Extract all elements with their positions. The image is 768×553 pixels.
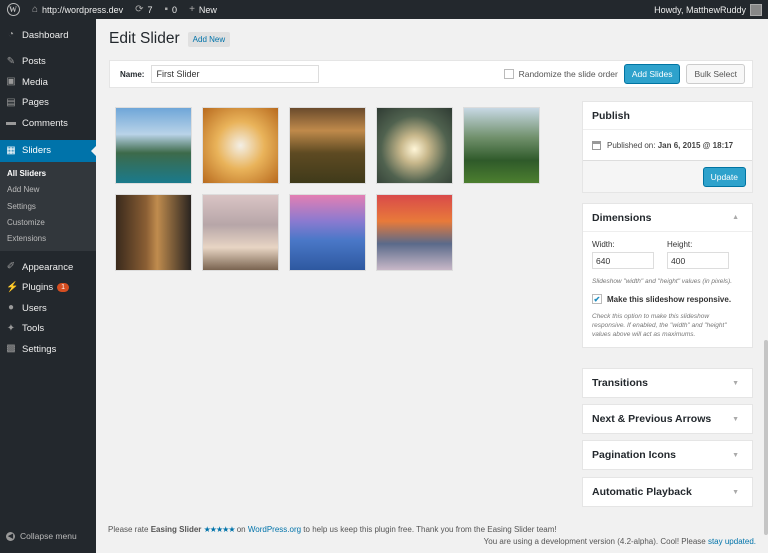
playback-heading[interactable]: Automatic Playback ▼ — [583, 478, 752, 506]
transitions-heading[interactable]: Transitions ▼ — [583, 369, 752, 397]
admin-sidebar: ◔ Dashboard ✎ Posts ▣ Media ▤ Pages ▬ Comment… — [0, 19, 96, 553]
calendar-icon — [592, 140, 601, 150]
pages-icon: ▤ — [6, 96, 16, 108]
published-date: Jan 6, 2015 @ 18:17 — [657, 140, 734, 150]
new-content-link[interactable]: + New — [183, 0, 223, 19]
slide-thumbnail[interactable] — [289, 194, 366, 271]
pushpin-icon: ✎ — [6, 55, 16, 67]
media-icon: ▣ — [6, 76, 16, 88]
collapse-menu-button[interactable]: ◀ Collapse menu — [6, 531, 77, 541]
slide-thumbnail[interactable] — [376, 194, 453, 271]
sliders-submenu: All Sliders Add New Settings Customize E… — [0, 161, 96, 251]
submenu-customize[interactable]: Customize — [0, 214, 96, 230]
refresh-icon: ⟳ — [135, 4, 144, 15]
collapse-arrow-icon: ◀ — [6, 531, 15, 541]
sidebar-item-appearance[interactable]: ✐ Appearance — [0, 257, 96, 278]
site-link[interactable]: ⌂ http://wordpress.dev — [26, 0, 129, 19]
wordpress-logo-icon[interactable]: W — [0, 0, 26, 19]
slide-thumbnail[interactable] — [289, 107, 366, 184]
slide-thumbnail[interactable] — [202, 194, 279, 271]
submenu-add-new[interactable]: Add New — [0, 182, 96, 198]
dimensions-heading[interactable]: Dimensions ▲ — [583, 204, 752, 232]
sidebar-item-settings[interactable]: ▩ Settings — [0, 339, 96, 360]
users-icon: ● — [7, 302, 15, 314]
add-new-button[interactable]: Add New — [187, 31, 231, 47]
brush-icon: ✐ — [6, 261, 16, 273]
slider-name-input[interactable] — [151, 65, 320, 83]
sidebar-item-dashboard[interactable]: ◔ Dashboard — [0, 25, 96, 46]
slider-name-bar: Name: Randomize the slide order Add Slid… — [109, 60, 753, 88]
footer-rating: Please rate Easing Slider ★★★★★ on WordP… — [108, 525, 557, 534]
responsive-checkbox[interactable]: ✔ — [592, 294, 602, 304]
sidebar-item-comments[interactable]: ▬ Comments — [0, 113, 96, 134]
sidebar-item-tools[interactable]: ✦ Tools — [0, 318, 96, 339]
home-icon: ⌂ — [32, 4, 39, 15]
height-label: Height: — [667, 240, 693, 249]
expand-down-icon: ▼ — [732, 379, 739, 387]
dimensions-panel: Dimensions▲ Width: Height: Slideshow "wi… — [582, 203, 753, 348]
expand-down-icon: ▼ — [732, 451, 739, 459]
responsive-hint: Check this option to make this slideshow… — [592, 313, 727, 338]
playback-panel: Automatic Playback ▼ — [582, 477, 753, 507]
page-title: Edit Slider — [109, 30, 180, 47]
slide-thumbnail[interactable] — [463, 107, 540, 184]
expand-down-icon: ▼ — [732, 488, 739, 496]
add-slides-button[interactable]: Add Slides — [623, 64, 681, 84]
admin-bar: W ⌂ http://wordpress.dev ⟳ 7 ▪ 0 + New Howdy… — [0, 0, 768, 19]
settings-icon: ▩ — [6, 343, 16, 355]
name-label: Name: — [120, 69, 145, 79]
width-label: Width: — [592, 240, 615, 249]
submenu-extensions[interactable]: Extensions — [0, 231, 96, 247]
width-input[interactable] — [592, 252, 654, 269]
slide-thumbnail[interactable] — [376, 107, 453, 184]
main-content: Edit Slider Add New Name: Randomize the … — [96, 19, 768, 553]
expand-down-icon: ▼ — [732, 415, 739, 423]
slide-thumbnail[interactable] — [115, 194, 192, 271]
height-input[interactable] — [667, 252, 729, 269]
slide-thumbnail[interactable] — [202, 107, 279, 184]
pagination-panel: Pagination Icons ▼ — [582, 440, 753, 470]
sliders-icon: ▦ — [6, 144, 16, 156]
footer-version: You are using a development version (4.2… — [483, 537, 756, 546]
arrows-heading[interactable]: Next & Previous Arrows ▼ — [583, 405, 752, 433]
pagination-heading[interactable]: Pagination Icons ▼ — [583, 441, 752, 469]
transitions-panel: Transitions ▼ — [582, 368, 753, 398]
arrows-panel: Next & Previous Arrows ▼ — [582, 404, 753, 434]
plugins-update-badge: 1 — [57, 283, 70, 293]
comments-link[interactable]: ▪ 0 — [159, 0, 184, 19]
sidebar-item-plugins[interactable]: ⚡ Plugins 1 — [0, 277, 96, 298]
comment-bubble-icon: ▪ — [164, 4, 169, 15]
publish-heading: Publish — [583, 102, 752, 130]
randomize-checkbox[interactable] — [503, 69, 514, 79]
account-menu[interactable]: Howdy, MatthewRuddy — [648, 0, 768, 19]
sidebar-item-sliders[interactable]: ▦ Sliders — [0, 139, 96, 162]
wordpress-org-link[interactable]: WordPress.org — [248, 525, 301, 534]
plus-icon: + — [189, 4, 195, 15]
submenu-all-sliders[interactable]: All Sliders — [0, 166, 96, 182]
wrench-icon: ✦ — [6, 322, 16, 334]
sidebar-item-users[interactable]: ● Users — [0, 298, 96, 319]
plug-icon: ⚡ — [6, 281, 19, 293]
sidebar-item-posts[interactable]: ✎ Posts — [0, 52, 96, 73]
sidebar-item-pages[interactable]: ▤ Pages — [0, 93, 96, 114]
stay-updated-link[interactable]: stay updated. — [708, 537, 756, 546]
avatar — [750, 3, 762, 16]
submenu-settings[interactable]: Settings — [0, 198, 96, 214]
responsive-option[interactable]: ✔ Make this slideshow responsive. — [592, 294, 743, 304]
publish-panel: Publish Published on: Jan 6, 2015 @ 18:1… — [582, 101, 753, 193]
slide-thumbnail[interactable] — [115, 107, 192, 184]
updates-link[interactable]: ⟳ 7 — [129, 0, 158, 19]
randomize-option[interactable]: Randomize the slide order — [503, 69, 618, 79]
collapse-up-icon: ▲ — [732, 214, 739, 221]
bulk-select-button[interactable]: Bulk Select — [686, 64, 745, 84]
dimensions-hint: Slideshow "width" and "height" values (i… — [592, 278, 733, 285]
sidebar-item-media[interactable]: ▣ Media — [0, 72, 96, 93]
comment-icon: ▬ — [6, 117, 16, 129]
page-scrollbar[interactable] — [764, 340, 768, 535]
update-button[interactable]: Update — [702, 166, 746, 187]
rating-stars-link[interactable]: ★★★★★ — [204, 525, 236, 534]
dashboard-icon: ◔ — [7, 29, 15, 41]
